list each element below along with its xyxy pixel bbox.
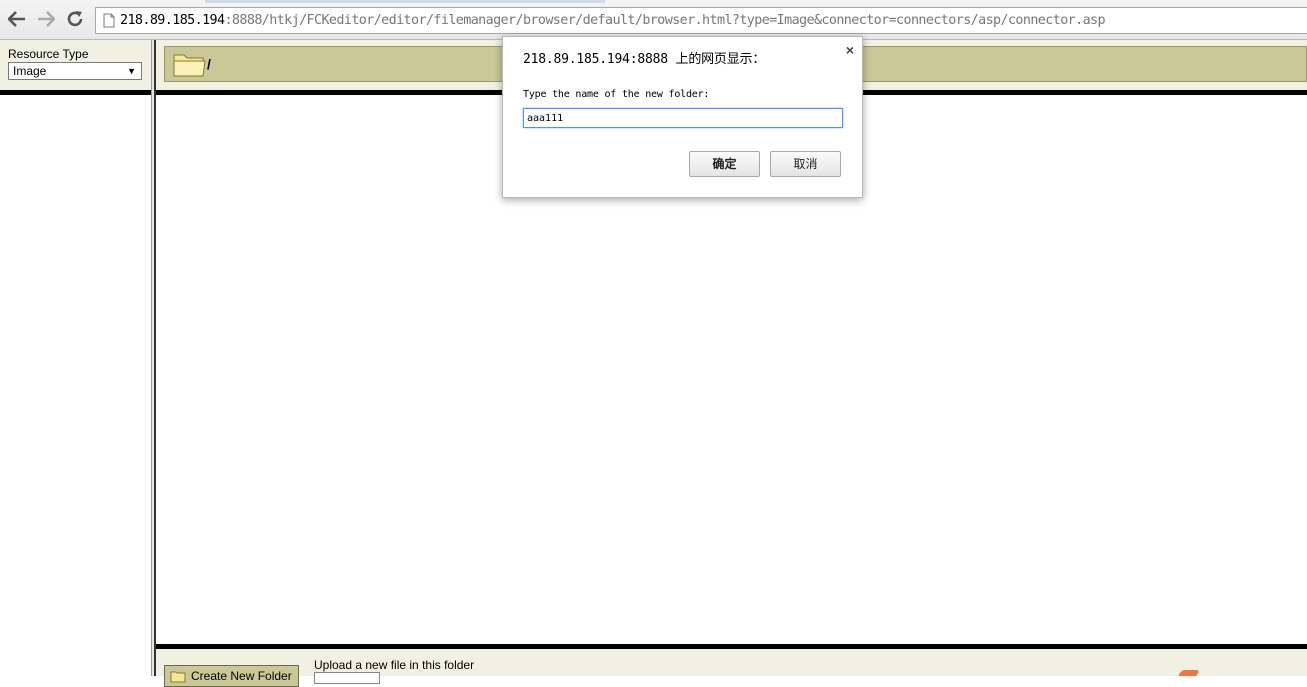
browser-toolbar: 218.89.185.194:8888/htkj/FCKeditor/edito… (0, 0, 1307, 40)
new-folder-icon (170, 671, 186, 683)
resource-type-select[interactable]: Image ▼ (8, 62, 142, 80)
folder-icon (173, 54, 206, 77)
back-button[interactable] (6, 8, 28, 30)
url-path: :8888/htkj/FCKeditor/editor/filemanager/… (224, 13, 1105, 28)
dropdown-arrow-icon: ▼ (127, 66, 136, 76)
corner-mark (1178, 670, 1200, 676)
upload-file-input[interactable] (314, 672, 380, 684)
resource-frame: Resource Type Image ▼ (0, 40, 151, 676)
close-icon[interactable]: × (846, 42, 854, 58)
page-icon (103, 13, 115, 28)
resource-type-label: Resource Type (8, 47, 89, 61)
create-new-folder-label: Create New Folder (191, 669, 292, 683)
resource-header: Resource Type Image ▼ (0, 40, 151, 90)
dialog-title: 218.89.185.194:8888 上的网页显示： (523, 52, 766, 67)
create-new-folder-button[interactable]: Create New Folder (164, 665, 299, 687)
forward-arrow-icon (38, 11, 55, 27)
tab-strip (205, 0, 605, 3)
dialog-message: Type the name of the new folder: (523, 89, 710, 100)
cancel-button[interactable]: 取消 (770, 151, 841, 177)
folder-path: / (207, 56, 211, 72)
upload-label: Upload a new file in this folder (314, 658, 475, 672)
url-text: 218.89.185.194:8888/htkj/FCKeditor/edito… (120, 13, 1106, 28)
resource-type-value: Image (13, 64, 47, 78)
folder-name-input[interactable] (523, 108, 843, 128)
left-divider-bar (0, 90, 151, 95)
reload-button[interactable] (64, 8, 86, 30)
url-host: 218.89.185.194 (120, 13, 225, 28)
address-bar[interactable]: 218.89.185.194:8888/htkj/FCKeditor/edito… (95, 7, 1307, 34)
reload-icon (67, 11, 83, 27)
ok-button[interactable]: 确定 (689, 151, 760, 177)
prompt-dialog: 218.89.185.194:8888 上的网页显示： × Type the n… (502, 36, 863, 198)
actions-area: Create New Folder Upload a new file in t… (156, 649, 1307, 687)
back-arrow-icon (8, 11, 25, 27)
forward-button[interactable] (35, 8, 57, 30)
